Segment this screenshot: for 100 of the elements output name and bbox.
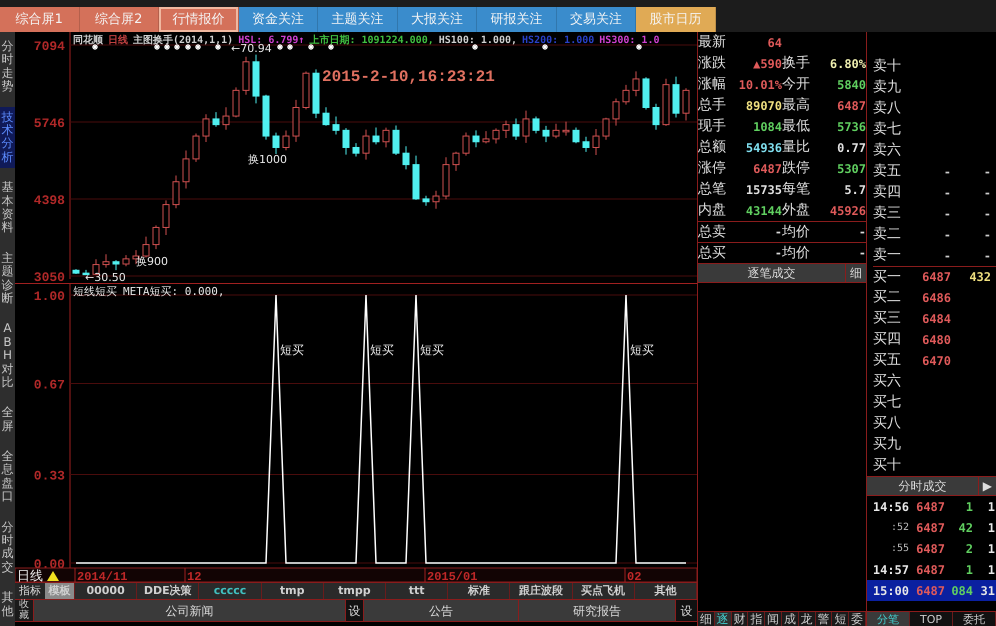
panel-tab[interactable]: 财 [732, 612, 748, 626]
candlestick [662, 78, 670, 126]
panel-tab[interactable]: 逐 [714, 612, 732, 626]
panel-tab[interactable]: 闻 [765, 612, 782, 626]
candlestick [542, 125, 550, 143]
chart-header-text: 上市日期: 1091224.000, [309, 33, 434, 48]
trade-time: 14:57 [872, 562, 909, 578]
trade-price: 6487 [915, 562, 945, 578]
chart-note: ←70.94 [231, 42, 272, 55]
order-level-label: 卖六 [873, 141, 902, 160]
candlestick [402, 146, 410, 170]
quote-value: 5307 [836, 160, 866, 178]
chart-header-text: 日线 [108, 34, 128, 48]
axis-tick-label: 1.00 [34, 289, 65, 304]
panel-tab[interactable]: 成 [782, 612, 799, 626]
candlestick [272, 132, 280, 155]
order-price: - [942, 226, 951, 244]
indicator-tab[interactable]: 跟庄波段 [510, 583, 573, 599]
news-tab[interactable]: 公司新闻 [33, 600, 345, 621]
sidebar-tab[interactable]: 分时成交 [0, 516, 15, 578]
indicator-tab[interactable]: 其他 [634, 583, 698, 599]
indicator-tab[interactable]: 00000 [75, 583, 138, 599]
panel-tab[interactable]: 警 [816, 612, 832, 626]
quote-value: - [774, 245, 782, 262]
indicator-tab[interactable]: ccccc [199, 583, 262, 599]
trade-time: 14:56 [872, 498, 909, 516]
sidebar-tab[interactable]: ABH对比 [0, 318, 15, 394]
order-price: 6487 [921, 269, 951, 286]
indicator-tab[interactable]: DDE决策 [137, 583, 200, 599]
indicator-tab[interactable]: 买点飞机 [572, 583, 635, 599]
date-tick-label: 2014/11 [77, 570, 128, 582]
trade-price: 6487 [915, 582, 945, 600]
panel-tab[interactable]: TOP [910, 612, 953, 626]
chart-annotation: 短买 [630, 342, 654, 357]
sidebar-tab[interactable]: 全息盘口 [0, 446, 15, 508]
panel-tab[interactable]: 委 [849, 612, 866, 626]
candlestick [192, 133, 200, 162]
chart-header-text: HS200: 1.000 [522, 34, 594, 48]
trade-count: 1 [986, 540, 995, 558]
chart-header-text: HS300: 1.0 [599, 34, 660, 48]
order-level-label: 卖五 [873, 162, 902, 181]
order-volume: - [982, 248, 991, 264]
panel-tab[interactable]: 分笔 [867, 612, 910, 626]
price-tick-label: 4398 [34, 193, 65, 208]
candlestick [182, 150, 190, 189]
sidebar-tab[interactable]: 其他 [0, 587, 15, 622]
candlestick [112, 260, 120, 271]
news-tab[interactable]: 公告 [363, 600, 518, 621]
settings-button[interactable]: 设 [675, 600, 697, 621]
quote-label: 换手 [782, 54, 811, 73]
indicator-tab[interactable]: tmp [262, 583, 324, 599]
candlestick [252, 54, 260, 104]
axis-tick-label: 0.33 [34, 468, 65, 484]
panel-tab[interactable]: 指 [748, 612, 766, 626]
candlestick [322, 106, 330, 126]
panel-tab[interactable]: 委托 [953, 612, 996, 626]
panel-tab[interactable]: 细 [698, 612, 715, 626]
sidebar-tab[interactable]: 基本资料 [0, 177, 15, 239]
order-level-label: 卖八 [873, 99, 902, 118]
indicator-tab[interactable]: 标准 [448, 583, 510, 599]
trade-price: 6487 [915, 540, 945, 558]
order-level-label: 卖三 [873, 204, 902, 223]
indicator-tab[interactable]: ttt [386, 583, 448, 599]
trade-count: 31 [980, 582, 995, 600]
chart-header-text: HS100: 1.000, [438, 34, 518, 48]
quote-value: 6.80% [828, 56, 866, 72]
candlestick [492, 128, 500, 144]
date-tick-label: 12 [187, 570, 202, 582]
price-tick-label: 5746 [34, 116, 65, 131]
quote-value: 6487 [836, 98, 866, 114]
candlestick [482, 130, 490, 144]
sidebar-tab[interactable]: 技术分析 [0, 106, 15, 168]
trade-count: 1 [986, 562, 995, 578]
quote-label: 总卖 [698, 222, 727, 242]
indicator-tab[interactable]: tmpp [324, 583, 386, 599]
panel-tab[interactable]: 龙 [798, 612, 816, 626]
quote-value: 1084 [752, 118, 782, 136]
news-tab[interactable]: 研究报告 [518, 600, 675, 621]
quote-label: 今开 [782, 75, 811, 94]
order-level-label: 卖七 [873, 120, 902, 139]
sidebar-tab[interactable]: 主题诊断 [0, 248, 15, 310]
timestamp: 2015-2-10,16:23:21 [322, 68, 495, 86]
candlestick [292, 99, 300, 142]
settings-button[interactable]: 设 [345, 600, 363, 621]
candlestick [642, 76, 650, 110]
sidebar-tab[interactable]: 分时走势 [0, 36, 15, 98]
order-level-label: 买九 [873, 435, 902, 454]
trade-volume: 1 [964, 498, 973, 516]
candlestick [102, 254, 110, 268]
order-level-label: 买八 [873, 414, 902, 433]
sidebar-tab[interactable]: 全屏 [0, 402, 15, 438]
quote-value: 45926 [828, 202, 866, 220]
candlestick [442, 156, 450, 200]
chart-title: 短线短买 [73, 284, 117, 300]
order-level-label: 买七 [873, 393, 902, 412]
panel-title: 分时成交 [897, 478, 948, 495]
quote-label: 外盘 [782, 201, 811, 220]
chart-legend: META短买: 0.000, [123, 284, 224, 300]
panel-tab[interactable]: 短 [832, 612, 850, 626]
quote-label: 均价 [782, 244, 811, 262]
